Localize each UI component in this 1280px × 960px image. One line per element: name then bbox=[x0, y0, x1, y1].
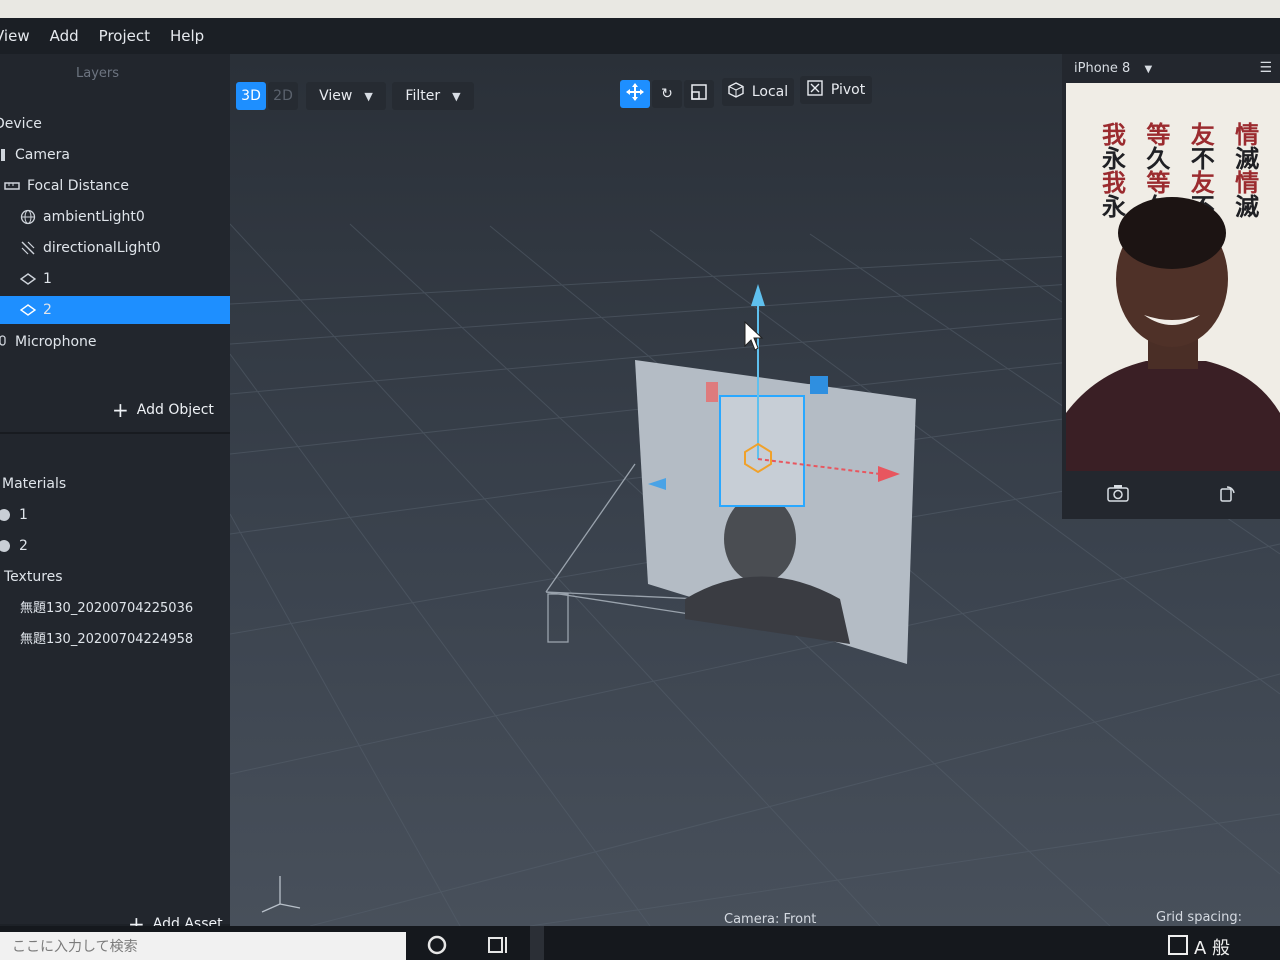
tree-item-label: ambientLight0 bbox=[43, 209, 145, 225]
texture-label: 無題130_20200704224958 bbox=[20, 631, 194, 647]
move-icon bbox=[626, 83, 644, 105]
gizmo-plane-handle[interactable] bbox=[810, 376, 828, 394]
screenshot-camera-icon[interactable] bbox=[1106, 484, 1129, 506]
cube-icon bbox=[728, 82, 744, 102]
menu-view[interactable]: View bbox=[0, 27, 30, 45]
microphone-icon bbox=[0, 334, 8, 350]
pivot-button[interactable]: Pivot bbox=[800, 76, 872, 104]
filter-dropdown-label: Filter bbox=[405, 88, 441, 104]
cortana-circle-icon[interactable] bbox=[426, 934, 448, 960]
chevron-down-icon: ▼ bbox=[452, 89, 461, 103]
ruler-icon bbox=[4, 178, 20, 194]
filter-dropdown[interactable]: Filter ▼ bbox=[392, 82, 474, 110]
assets-materials-header: Materials bbox=[2, 470, 66, 498]
menu-bar: View Add Project Help bbox=[0, 18, 1280, 54]
os-taskbar: ここに入力して検索 A 般 bbox=[0, 926, 1280, 960]
panel-divider bbox=[0, 432, 230, 434]
add-object-button[interactable]: + Add Object bbox=[112, 400, 214, 420]
tree-item-device[interactable]: Device bbox=[0, 110, 42, 138]
ime-mode-label[interactable]: A 般 bbox=[1194, 934, 1230, 960]
globe-icon bbox=[20, 209, 36, 225]
plane-icon bbox=[20, 271, 36, 287]
device-label: iPhone 8 bbox=[1074, 60, 1131, 76]
material-item-1[interactable]: 1 bbox=[0, 501, 28, 529]
textures-label: Textures bbox=[4, 569, 63, 585]
menu-icon[interactable]: ☰ bbox=[1259, 60, 1272, 76]
chevron-down-icon: ▼ bbox=[1144, 63, 1153, 75]
gizmo-plane-handle-x[interactable] bbox=[706, 382, 718, 402]
tree-item-label: Focal Distance bbox=[27, 178, 129, 194]
preview-screen: 我 等 友 情 永 久 不 滅 我 等 友 情 永 久 不 滅 bbox=[1066, 83, 1280, 471]
add-object-label: Add Object bbox=[136, 402, 214, 418]
directional-light-icon bbox=[20, 240, 36, 256]
tree-item-label: directionalLight0 bbox=[43, 240, 161, 256]
materials-label: Materials bbox=[2, 476, 67, 492]
task-view-icon[interactable] bbox=[486, 934, 510, 960]
material-label: 1 bbox=[19, 507, 28, 523]
tree-item-plane-2[interactable]: 2 bbox=[0, 296, 230, 324]
ime-icon[interactable] bbox=[1168, 934, 1188, 960]
device-preview-panel: iPhone 8 ▼ ☰ 我 等 友 情 永 久 不 滅 我 等 友 情 永 久… bbox=[1062, 54, 1280, 519]
plus-icon: + bbox=[112, 398, 129, 422]
taskbar-app-slot[interactable] bbox=[530, 926, 544, 960]
tree-item-label: Device bbox=[0, 116, 42, 132]
texture-label: 無題130_20200704225036 bbox=[20, 600, 194, 616]
tree-item-plane-1[interactable]: 1 bbox=[20, 265, 52, 293]
mode-2d-button[interactable]: 2D bbox=[268, 82, 298, 110]
tree-item-label: Camera bbox=[15, 147, 70, 163]
device-select[interactable]: iPhone 8 ▼ bbox=[1074, 61, 1152, 76]
preview-footer bbox=[1062, 471, 1280, 519]
axis-indicator bbox=[261, 876, 301, 913]
rotate-icon: ↻ bbox=[661, 86, 673, 102]
texture-item-2[interactable]: 無題130_20200704224958 bbox=[20, 623, 193, 651]
view-dropdown[interactable]: View ▼ bbox=[306, 82, 386, 110]
move-tool-button[interactable] bbox=[620, 80, 650, 108]
gizmo-y-arrow[interactable] bbox=[751, 284, 765, 306]
person-camera-feed bbox=[1066, 197, 1280, 471]
preview-header: iPhone 8 ▼ ☰ bbox=[1062, 54, 1280, 82]
face-texture bbox=[724, 495, 796, 583]
camera-icon bbox=[0, 147, 8, 163]
tree-item-camera[interactable]: Camera bbox=[0, 141, 70, 169]
monitor-screen: View Add Project Help Layers Device Came… bbox=[0, 18, 1280, 960]
material-item-2[interactable]: 2 bbox=[0, 532, 28, 560]
rotate-device-icon[interactable] bbox=[1218, 484, 1236, 506]
material-sphere-icon bbox=[0, 538, 12, 554]
mode-3d-button[interactable]: 3D bbox=[236, 82, 266, 110]
plane-icon bbox=[20, 302, 36, 318]
chevron-down-icon: ▼ bbox=[364, 89, 373, 103]
local-space-button[interactable]: Local bbox=[722, 78, 794, 106]
pivot-label: Pivot bbox=[830, 82, 866, 98]
tree-item-directional-light[interactable]: directionalLight0 bbox=[20, 234, 161, 262]
rotate-tool-button[interactable]: ↻ bbox=[652, 80, 682, 108]
material-sphere-icon bbox=[0, 507, 12, 523]
tree-item-ambient-light[interactable]: ambientLight0 bbox=[20, 203, 145, 231]
taskbar-search-input[interactable]: ここに入力して検索 bbox=[0, 932, 406, 960]
material-label: 2 bbox=[19, 538, 28, 554]
scale-icon bbox=[691, 84, 707, 104]
tab-layers[interactable]: Layers bbox=[76, 66, 119, 81]
scene-panel: Layers Device Camera Focal Distance ambi… bbox=[0, 54, 230, 934]
camera-status: Camera: Front bbox=[724, 912, 817, 926]
pivot-icon bbox=[807, 80, 823, 100]
local-label: Local bbox=[751, 84, 789, 100]
search-placeholder: ここに入力して検索 bbox=[12, 939, 138, 955]
tree-item-label: 1 bbox=[43, 271, 52, 287]
tree-item-microphone[interactable]: Microphone bbox=[0, 328, 97, 356]
menu-add[interactable]: Add bbox=[50, 27, 79, 45]
selection-box[interactable] bbox=[719, 395, 805, 507]
tree-item-label: Microphone bbox=[15, 334, 97, 350]
tree-item-label: 2 bbox=[43, 302, 52, 318]
scale-tool-button[interactable] bbox=[684, 80, 714, 108]
system-tray: A 般 bbox=[1168, 934, 1230, 960]
menu-help[interactable]: Help bbox=[170, 27, 204, 45]
menu-project[interactable]: Project bbox=[99, 27, 150, 45]
tree-item-focal-distance[interactable]: Focal Distance bbox=[4, 172, 129, 200]
grid-spacing-status: Grid spacing: 100cr bbox=[1156, 910, 1243, 926]
texture-item-1[interactable]: 無題130_20200704225036 bbox=[20, 592, 193, 620]
assets-textures-header: Textures bbox=[4, 563, 63, 591]
view-dropdown-label: View bbox=[319, 88, 353, 104]
